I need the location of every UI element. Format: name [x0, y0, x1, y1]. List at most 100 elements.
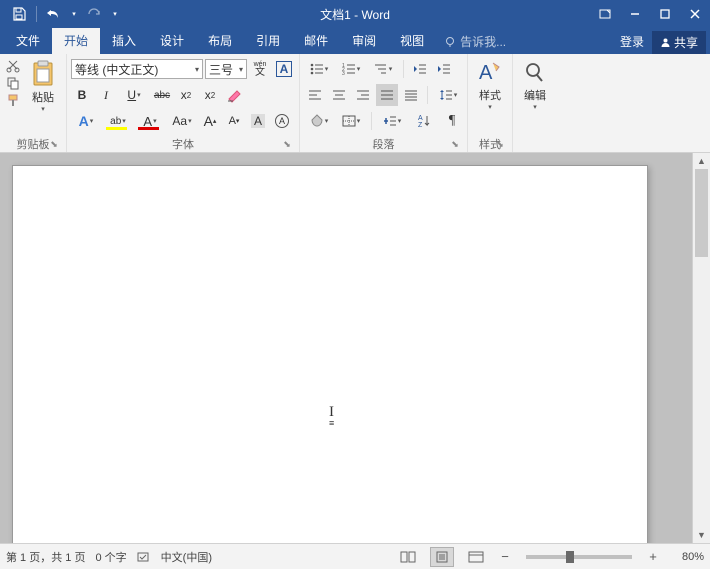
tab-mailings[interactable]: 邮件	[292, 28, 340, 54]
lightbulb-icon	[444, 36, 456, 48]
ribbon-tabs: 文件 开始 插入 设计 布局 引用 邮件 审阅 视图 告诉我... 登录 共享	[0, 28, 710, 54]
group-paragraph: ▾ 123▾ ▾ ▾ ▾ ▾ ▾ AZ	[300, 54, 468, 152]
change-case-button[interactable]: Aa▾	[167, 110, 197, 132]
clipboard-launcher[interactable]: ⬊	[48, 139, 60, 151]
person-icon	[660, 37, 671, 48]
paste-button[interactable]: 粘贴 ▾	[24, 57, 62, 136]
show-marks-button[interactable]: ¶	[441, 110, 463, 132]
read-mode-button[interactable]	[396, 547, 420, 567]
group-editing: 编辑 ▾	[513, 54, 557, 152]
zoom-in-button[interactable]: +	[646, 549, 660, 564]
zoom-out-button[interactable]: −	[498, 549, 512, 564]
vertical-scrollbar[interactable]: ▲ ▼	[692, 153, 710, 543]
grow-font-button[interactable]: A▴	[199, 110, 221, 132]
text-effects-button[interactable]: A▾	[71, 110, 101, 132]
minimize-button[interactable]	[620, 0, 650, 28]
align-center-button[interactable]	[328, 84, 350, 106]
underline-button[interactable]: U▾	[119, 84, 149, 106]
strikethrough-button[interactable]: abc	[151, 84, 173, 106]
undo-button[interactable]	[41, 2, 67, 26]
shading-button[interactable]: ▾	[304, 110, 334, 132]
document-page[interactable]: I≡	[12, 165, 648, 543]
asian-layout-button[interactable]: ▾	[377, 110, 407, 132]
font-launcher[interactable]: ⬊	[281, 139, 293, 151]
svg-text:A: A	[418, 115, 423, 122]
align-left-button[interactable]	[304, 84, 326, 106]
proofing-icon[interactable]	[137, 551, 151, 563]
scroll-down-button[interactable]: ▼	[693, 527, 710, 543]
group-clipboard: 粘贴 ▾ 剪贴板⬊	[0, 54, 67, 152]
increase-indent-button[interactable]	[433, 58, 455, 80]
tab-insert[interactable]: 插入	[100, 28, 148, 54]
share-button[interactable]: 共享	[652, 31, 706, 54]
zoom-slider[interactable]	[526, 555, 632, 559]
web-layout-button[interactable]	[464, 547, 488, 567]
decrease-indent-button[interactable]	[409, 58, 431, 80]
scroll-up-button[interactable]: ▲	[693, 153, 710, 169]
text-cursor-icon: I≡	[329, 404, 334, 426]
borders-button[interactable]: ▾	[336, 110, 366, 132]
page-number-status[interactable]: 第 1 页，共 1 页	[6, 549, 85, 565]
align-right-button[interactable]	[352, 84, 374, 106]
group-label-paragraph: 段落	[373, 139, 395, 151]
paragraph-launcher[interactable]: ⬊	[449, 139, 461, 151]
svg-text:A: A	[479, 62, 493, 84]
numbering-button[interactable]: 123▾	[336, 58, 366, 80]
login-button[interactable]: 登录	[612, 29, 652, 54]
ribbon: 粘贴 ▾ 剪贴板⬊ 等线 (中文正文)▾ 三号▾ wén文 A B I U▾ a…	[0, 54, 710, 153]
char-shading-button[interactable]: A	[247, 110, 269, 132]
multilevel-list-button[interactable]: ▾	[368, 58, 398, 80]
shrink-font-button[interactable]: A▾	[223, 110, 245, 132]
zoom-thumb[interactable]	[566, 551, 574, 563]
clear-formatting-button[interactable]	[223, 84, 245, 106]
tab-file[interactable]: 文件	[4, 28, 52, 54]
cut-button[interactable]	[6, 59, 22, 73]
font-name-selector[interactable]: 等线 (中文正文)▾	[71, 59, 203, 79]
styles-launcher[interactable]: ⬊	[494, 139, 506, 151]
maximize-button[interactable]	[650, 0, 680, 28]
window-controls	[590, 0, 710, 28]
char-border-button[interactable]: A	[273, 58, 295, 80]
line-spacing-button[interactable]: ▾	[433, 84, 463, 106]
align-justify-button[interactable]	[376, 84, 398, 106]
ribbon-display-options[interactable]	[590, 0, 620, 28]
tell-me-search[interactable]: 告诉我...	[436, 29, 514, 54]
scroll-thumb[interactable]	[695, 169, 708, 257]
copy-button[interactable]	[6, 76, 22, 90]
save-button[interactable]	[6, 2, 32, 26]
tab-references[interactable]: 引用	[244, 28, 292, 54]
styles-button[interactable]: A 样式 ▾	[472, 57, 508, 136]
bullets-button[interactable]: ▾	[304, 58, 334, 80]
italic-button[interactable]: I	[95, 84, 117, 106]
format-painter-button[interactable]	[6, 93, 22, 107]
language-status[interactable]: 中文(中国)	[161, 549, 212, 565]
title-bar: ▾ ▾ 文档1 - Word	[0, 0, 710, 28]
redo-button[interactable]	[81, 2, 107, 26]
align-distributed-button[interactable]	[400, 84, 422, 106]
close-button[interactable]	[680, 0, 710, 28]
superscript-button[interactable]: x2	[199, 84, 221, 106]
highlight-color-button[interactable]: ab▾	[103, 110, 133, 132]
qat-customize[interactable]: ▾	[109, 2, 121, 26]
tab-view[interactable]: 视图	[388, 28, 436, 54]
font-color-button[interactable]: A▾	[135, 110, 165, 132]
sort-button[interactable]: AZ	[409, 110, 439, 132]
group-font: 等线 (中文正文)▾ 三号▾ wén文 A B I U▾ abc x2 x2 A…	[67, 54, 300, 152]
phonetic-guide-button[interactable]: wén文	[249, 58, 271, 80]
enclose-char-button[interactable]: A	[271, 110, 293, 132]
quick-access-toolbar: ▾ ▾	[0, 0, 121, 28]
tab-design[interactable]: 设计	[148, 28, 196, 54]
bold-button[interactable]: B	[71, 84, 93, 106]
font-size-selector[interactable]: 三号▾	[205, 59, 247, 79]
editing-button[interactable]: 编辑 ▾	[517, 57, 553, 136]
undo-dropdown[interactable]: ▾	[69, 2, 79, 26]
tab-home[interactable]: 开始	[52, 28, 100, 54]
subscript-button[interactable]: x2	[175, 84, 197, 106]
status-bar: 第 1 页，共 1 页 0 个字 中文(中国) − + 80%	[0, 543, 710, 569]
tab-review[interactable]: 审阅	[340, 28, 388, 54]
zoom-percentage[interactable]: 80%	[670, 551, 704, 563]
tab-layout[interactable]: 布局	[196, 28, 244, 54]
word-count-status[interactable]: 0 个字	[95, 549, 126, 565]
page-viewport[interactable]: I≡	[0, 153, 692, 543]
print-layout-button[interactable]	[430, 547, 454, 567]
